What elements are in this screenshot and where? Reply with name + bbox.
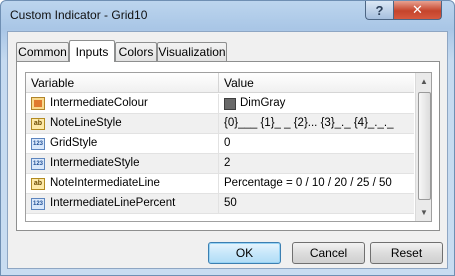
tab-inputs[interactable]: Inputs (69, 40, 115, 62)
variable-cell: 123 GridStyle (26, 134, 219, 154)
vertical-scrollbar[interactable]: ▲ ▼ (415, 73, 431, 221)
inputs-grid: Variable Value IntermediateColour DimGra… (25, 72, 432, 222)
table-row[interactable]: 123 GridStyle 0 (26, 134, 414, 154)
tab-visualization[interactable]: Visualization (157, 42, 227, 61)
integer-type-icon: 123 (31, 158, 45, 170)
scroll-up-arrow-icon[interactable]: ▲ (416, 73, 431, 90)
value-text: DimGray (240, 97, 286, 109)
variable-name: IntermediateLinePercent (50, 197, 176, 209)
column-header-variable[interactable]: Variable (26, 73, 219, 93)
variable-name: NoteIntermediateLine (50, 177, 160, 189)
value-text: Percentage = 0 / 10 / 20 / 25 / 50 (224, 177, 392, 189)
window-title: Custom Indicator - Grid10 (10, 8, 148, 22)
value-text: 0 (224, 137, 231, 149)
ok-button[interactable]: OK (208, 242, 281, 264)
variable-cell: ab NoteLineStyle (26, 114, 219, 134)
reset-button[interactable]: Reset (370, 242, 443, 264)
cancel-button[interactable]: Cancel (292, 242, 365, 264)
title-bar[interactable]: Custom Indicator - Grid10 ? ✕ (1, 1, 454, 31)
table-row[interactable]: 123 IntermediateStyle 2 (26, 154, 414, 174)
value-cell[interactable]: 0 (219, 134, 414, 154)
integer-type-icon: 123 (31, 138, 45, 150)
variable-cell: ab NoteIntermediateLine (26, 174, 219, 194)
variable-cell: 123 IntermediateStyle (26, 154, 219, 174)
variable-cell: 123 IntermediateLinePercent (26, 194, 219, 214)
value-cell[interactable]: {0}___ {1}_ _ {2}... {3}_._ {4}_._._ (219, 114, 414, 134)
color-swatch (224, 98, 236, 110)
scroll-down-arrow-icon[interactable]: ▼ (416, 204, 431, 221)
variable-name: NoteLineStyle (50, 117, 122, 129)
table-row[interactable]: ab NoteLineStyle {0}___ {1}_ _ {2}... {3… (26, 114, 414, 134)
variable-name: GridStyle (50, 137, 98, 149)
table-row[interactable]: IntermediateColour DimGray (26, 94, 414, 114)
color-type-icon (31, 97, 45, 110)
tab-colors[interactable]: Colors (115, 42, 157, 61)
variable-name: IntermediateStyle (50, 157, 140, 169)
value-cell[interactable]: 2 (219, 154, 414, 174)
value-cell[interactable]: 50 (219, 194, 414, 214)
inputs-panel: Variable Value IntermediateColour DimGra… (16, 61, 440, 231)
value-text: 50 (224, 197, 237, 209)
value-text: 2 (224, 157, 231, 169)
grid-header: Variable Value (26, 73, 414, 93)
string-type-icon: ab (31, 118, 45, 130)
table-row[interactable]: 123 IntermediateLinePercent 50 (26, 194, 414, 214)
variable-name: IntermediateColour (50, 97, 148, 109)
dialog-window: Custom Indicator - Grid10 ? ✕ Common Inp… (0, 0, 455, 276)
scrollbar-thumb[interactable] (418, 92, 431, 200)
column-header-value[interactable]: Value (219, 73, 414, 93)
value-cell[interactable]: Percentage = 0 / 10 / 20 / 25 / 50 (219, 174, 414, 194)
value-text: {0}___ {1}_ _ {2}... {3}_._ {4}_._._ (224, 117, 394, 129)
tab-common[interactable]: Common (16, 42, 69, 61)
string-type-icon: ab (31, 178, 45, 190)
close-icon[interactable]: ✕ (393, 1, 442, 20)
dialog-client-area: Common Inputs Colors Visualization Varia… (7, 31, 448, 269)
integer-type-icon: 123 (31, 198, 45, 210)
help-icon[interactable]: ? (365, 1, 393, 20)
table-row[interactable]: ab NoteIntermediateLine Percentage = 0 /… (26, 174, 414, 194)
value-cell[interactable]: DimGray (219, 94, 414, 114)
variable-cell: IntermediateColour (26, 94, 219, 114)
